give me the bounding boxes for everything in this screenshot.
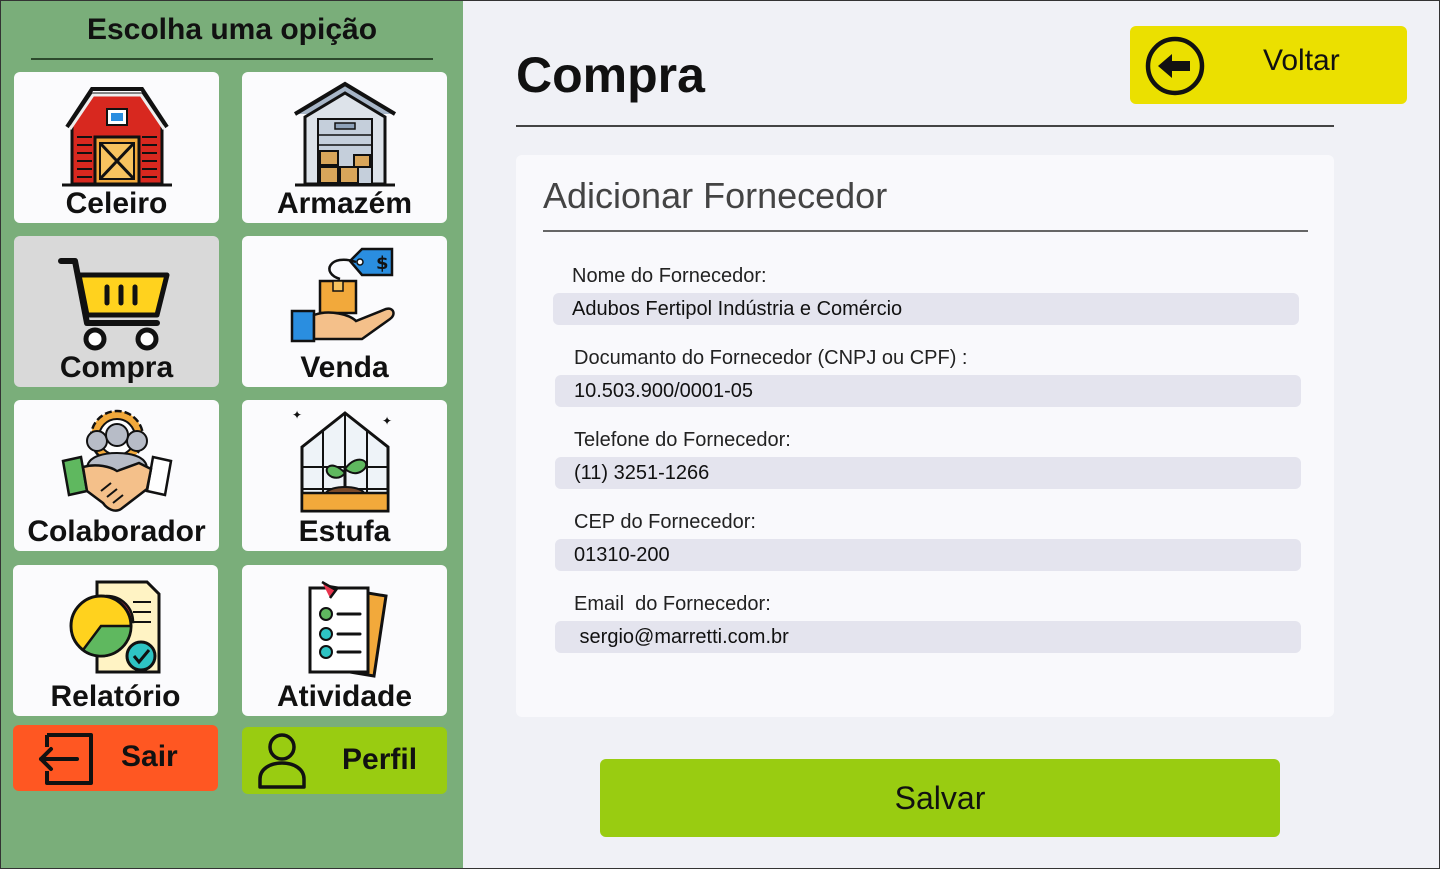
shopping-cart-icon	[14, 242, 219, 352]
menu-item-relatorio[interactable]: Relatório	[13, 565, 218, 716]
menu-item-label: Compra	[59, 351, 174, 384]
supplier-phone-input[interactable]	[555, 457, 1301, 489]
supplier-cep-input[interactable]	[555, 539, 1301, 571]
save-button[interactable]: Salvar	[600, 759, 1280, 837]
sidebar-title: Escolha uma opição	[86, 13, 378, 46]
divider	[543, 230, 1308, 232]
supplier-form-card: Adicionar Fornecedor Nome do Fornecedor:…	[516, 155, 1334, 717]
svg-text:✦: ✦	[382, 414, 392, 428]
voltar-button[interactable]: Voltar	[1130, 26, 1407, 104]
svg-text:✦: ✦	[292, 408, 302, 422]
arrow-left-circle-icon	[1144, 35, 1206, 102]
supplier-name-label: Nome do Fornecedor:	[572, 265, 767, 287]
supplier-phone-label: Telefone do Fornecedor:	[574, 429, 791, 451]
svg-text:$: $	[376, 253, 389, 274]
divider	[31, 58, 433, 60]
menu-item-label: Armazém	[276, 187, 413, 220]
divider	[516, 125, 1334, 127]
menu-item-estufa[interactable]: ✦ ✦ Estufa	[242, 400, 447, 551]
supplier-document-input[interactable]	[555, 375, 1301, 407]
menu-item-venda[interactable]: $ Venda	[242, 236, 447, 387]
menu-item-label: Celeiro	[65, 187, 168, 220]
supplier-email-input[interactable]	[555, 621, 1301, 653]
sair-label: Sair	[121, 740, 178, 773]
warehouse-icon	[242, 78, 447, 188]
menu-item-compra[interactable]: Compra	[14, 236, 219, 387]
supplier-document-label: Documanto do Fornecedor (CNPJ ou CPF) :	[574, 347, 968, 369]
supplier-email-label: Email do Fornecedor:	[574, 593, 771, 615]
greenhouse-icon: ✦ ✦	[242, 406, 447, 516]
logout-icon	[37, 731, 95, 792]
handshake-team-icon	[14, 406, 219, 516]
menu-item-label: Colaborador	[27, 515, 206, 548]
barn-icon	[14, 78, 219, 188]
checklist-icon	[242, 571, 447, 681]
menu-item-label: Relatório	[50, 680, 181, 713]
report-chart-icon	[13, 571, 218, 681]
supplier-name-input[interactable]	[553, 293, 1299, 325]
menu-item-armazem[interactable]: Armazém	[242, 72, 447, 223]
menu-item-label: Venda	[300, 351, 389, 384]
menu-item-atividade[interactable]: Atividade	[242, 565, 447, 716]
menu-item-label: Estufa	[298, 515, 391, 548]
user-icon	[256, 731, 308, 796]
sair-button[interactable]: Sair	[13, 725, 218, 791]
menu-item-label: Atividade	[276, 680, 413, 713]
perfil-button[interactable]: Perfil	[242, 727, 447, 794]
sale-hand-box-icon: $	[242, 242, 447, 352]
menu-item-colaborador[interactable]: Colaborador	[14, 400, 219, 551]
supplier-cep-label: CEP do Fornecedor:	[574, 511, 756, 533]
perfil-label: Perfil	[342, 743, 418, 776]
menu-item-celeiro[interactable]: Celeiro	[14, 72, 219, 223]
voltar-label: Voltar	[1263, 44, 1340, 77]
form-title: Adicionar Fornecedor	[543, 175, 888, 216]
page-title: Compra	[516, 47, 705, 103]
